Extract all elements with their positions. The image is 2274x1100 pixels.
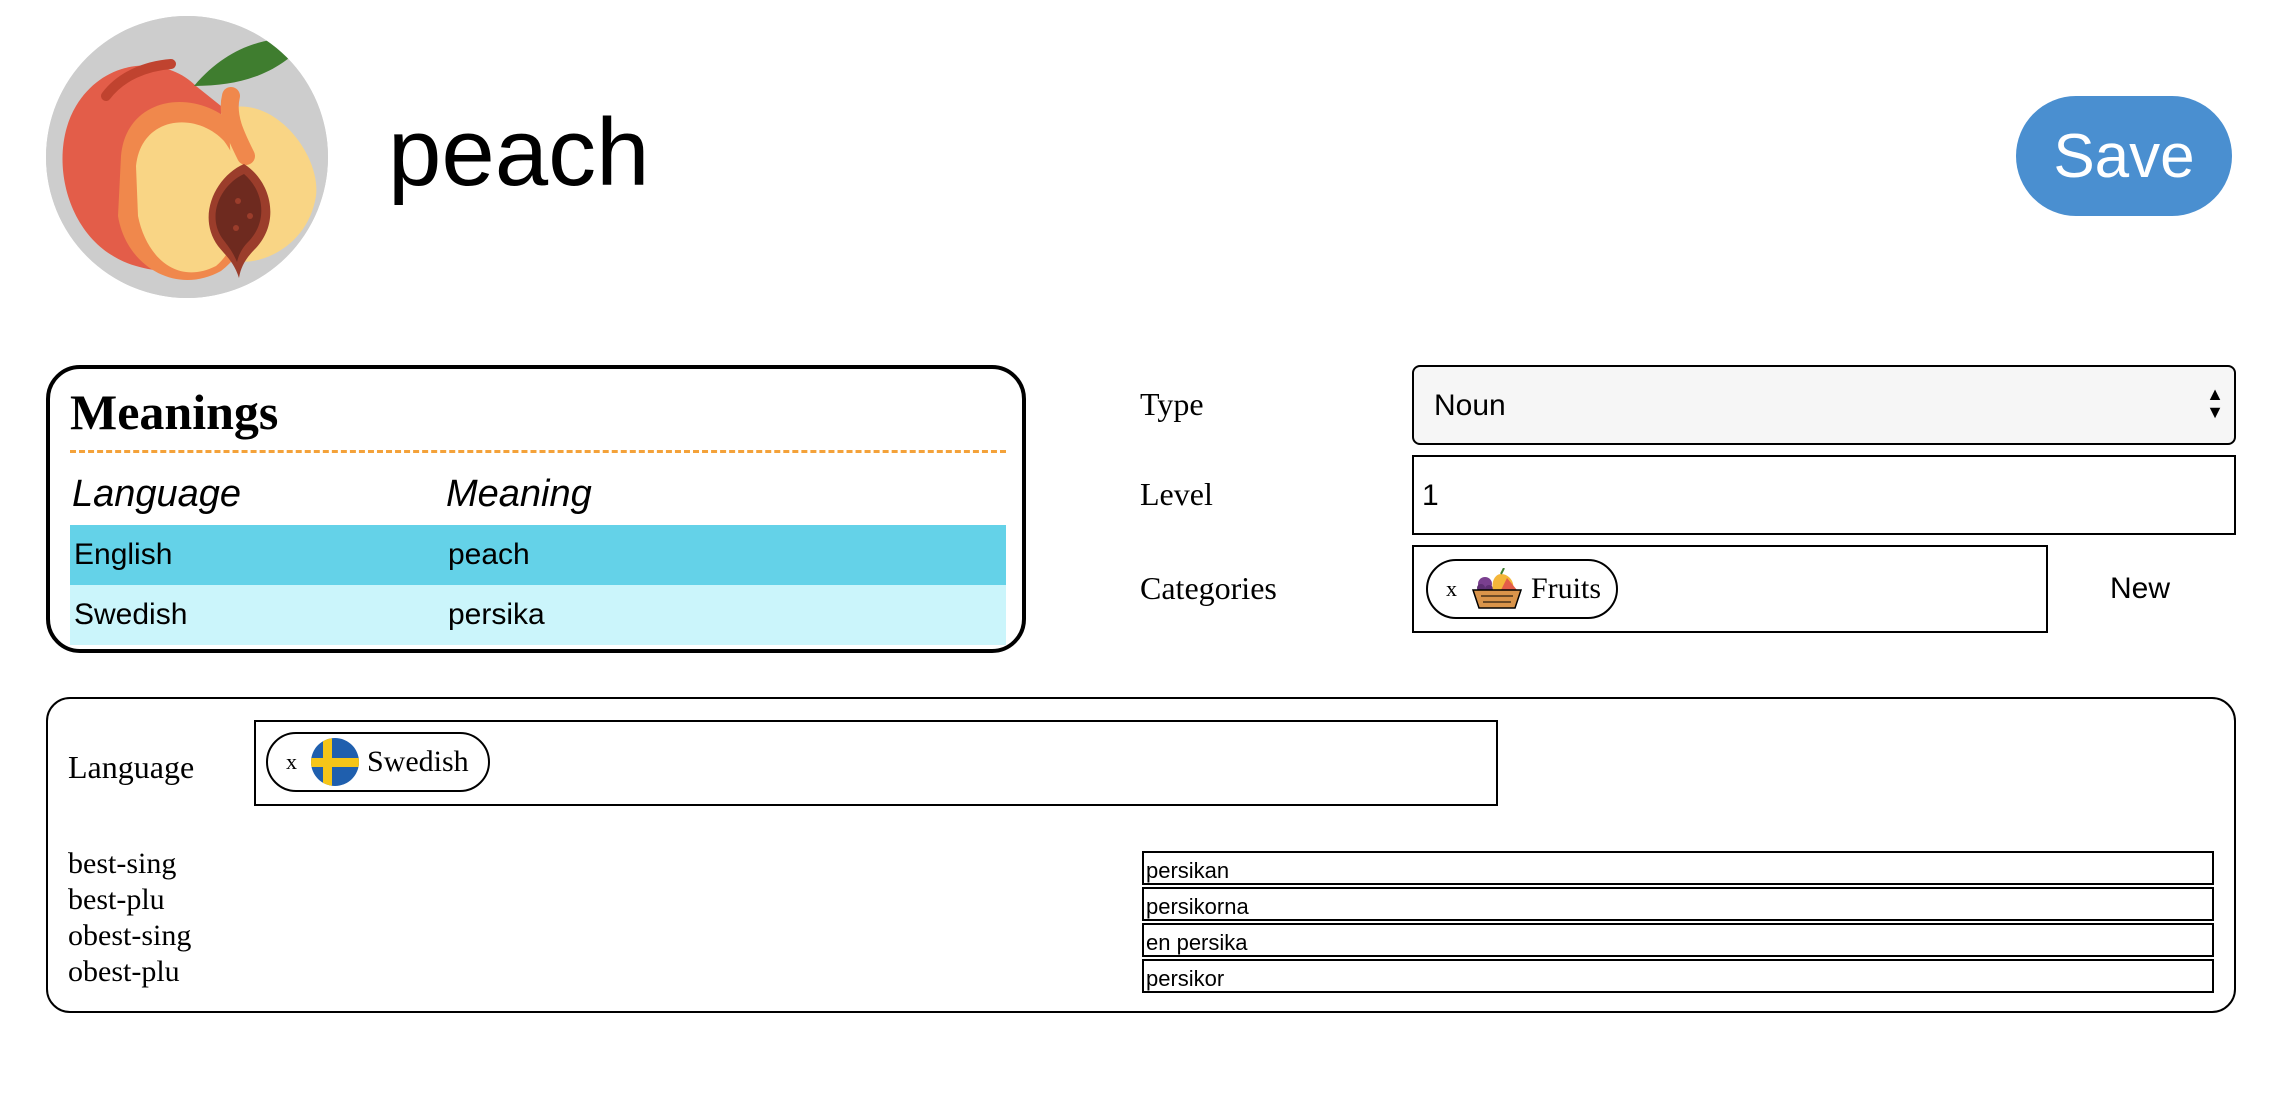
category-chip-fruits: x Fruits <box>1426 559 1618 619</box>
inflection-label: best-plu <box>68 883 165 916</box>
categories-input[interactable]: x Fruits <box>1412 545 2048 633</box>
meaning-value-cell: peach <box>448 538 530 571</box>
level-label: Level <box>1140 476 1213 512</box>
language-label: Language <box>68 749 195 785</box>
inflection-input[interactable]: persikorna <box>1142 887 2214 921</box>
inflection-input[interactable]: en persika <box>1142 923 2214 957</box>
inflection-input[interactable]: persikan <box>1142 851 2214 885</box>
column-header-language: Language <box>72 473 242 515</box>
meanings-title: Meanings <box>70 384 279 440</box>
category-chip-label: Fruits <box>1531 572 1602 605</box>
inflection-value: persikan <box>1146 858 1230 883</box>
type-select[interactable]: Noun ▲ ▼ <box>1412 365 2236 445</box>
meaning-value-cell: persika <box>448 598 545 631</box>
inflection-label: obest-plu <box>68 955 180 988</box>
language-chip-swedish: x Swedish <box>266 732 490 792</box>
level-input-value: 1 <box>1422 479 1439 512</box>
inflection-label: obest-sing <box>68 919 192 952</box>
peach-fruit-icon <box>46 16 328 298</box>
inflection-value: persikorna <box>1146 894 1249 919</box>
column-header-meaning: Meaning <box>446 473 592 515</box>
type-select-value: Noun <box>1434 389 1506 422</box>
categories-label: Categories <box>1140 570 1277 606</box>
inflection-value: en persika <box>1146 930 1248 955</box>
meaning-row[interactable]: English peach <box>70 525 1006 585</box>
level-input[interactable]: 1 <box>1412 455 2236 535</box>
sweden-flag-icon <box>311 738 359 786</box>
language-chip-label: Swedish <box>367 745 469 778</box>
word-title: peach <box>388 99 650 206</box>
save-button[interactable]: Save <box>2016 96 2232 216</box>
inflection-label: best-sing <box>68 847 177 880</box>
meaning-language-cell: Swedish <box>74 598 188 631</box>
remove-category-button[interactable]: x <box>1446 576 1457 602</box>
meaning-row[interactable]: Swedish persika <box>70 585 1006 645</box>
inflection-value: persikor <box>1146 966 1225 991</box>
word-forms-panel: Language x Swedish best-sing persikan be… <box>46 697 2236 1013</box>
meaning-language-cell: English <box>74 538 173 571</box>
select-arrows-icon: ▲ ▼ <box>2206 384 2224 422</box>
remove-language-button[interactable]: x <box>286 749 297 775</box>
type-label: Type <box>1140 386 1204 422</box>
inflection-input[interactable]: persikor <box>1142 959 2214 993</box>
meanings-divider <box>70 450 1006 453</box>
new-category-button[interactable]: New <box>2110 572 2170 606</box>
language-input[interactable]: x Swedish <box>254 720 1498 806</box>
meanings-panel: Meanings Language Meaning English peach … <box>46 365 1026 653</box>
fruit-basket-icon <box>1471 567 1523 610</box>
